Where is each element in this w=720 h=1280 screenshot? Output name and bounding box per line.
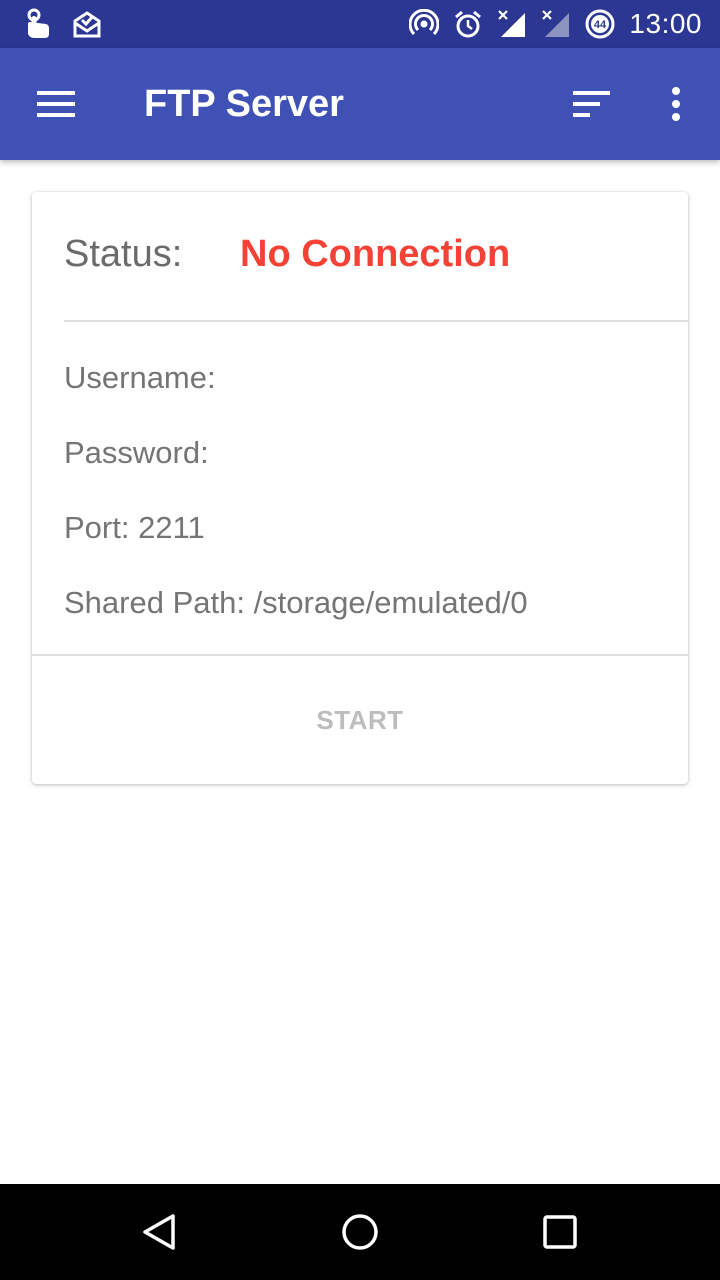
alarm-icon [453, 9, 483, 39]
start-button[interactable]: START [32, 656, 688, 784]
battery-level-text: 44 [594, 19, 607, 31]
menu-icon [37, 91, 75, 117]
status-bar-clock: 13:00 [629, 8, 702, 39]
home-button[interactable] [324, 1196, 396, 1268]
navigation-bar [0, 1184, 720, 1280]
battery-saver-icon: 44 [585, 9, 615, 39]
app-bar: FTP Server [0, 48, 720, 160]
more-options-button[interactable] [640, 68, 712, 140]
password-label: Password: [64, 435, 209, 470]
status-label: Status: [64, 232, 183, 275]
sort-button[interactable] [556, 68, 628, 140]
more-vert-icon [672, 87, 680, 121]
signal-no-data-icon [497, 9, 527, 39]
status-bar-notifications [22, 8, 102, 40]
recents-button[interactable] [524, 1196, 596, 1268]
recents-icon [543, 1215, 577, 1249]
server-card: Status: No Connection Username: Password… [32, 192, 688, 784]
touch-hand-icon [22, 8, 52, 40]
divider [64, 320, 688, 322]
status-row: Status: No Connection [64, 232, 510, 276]
back-icon [143, 1214, 175, 1250]
status-bar: 44 13:00 [0, 0, 720, 48]
navigation-menu-button[interactable] [20, 68, 92, 140]
status-bar-system: 44 13:00 [409, 6, 702, 42]
app-title: FTP Server [144, 83, 344, 125]
mail-check-icon [72, 9, 102, 39]
hotspot-icon [409, 9, 440, 39]
username-label: Username: [64, 360, 216, 395]
back-button[interactable] [124, 1196, 196, 1268]
sort-icon [573, 91, 610, 117]
signal-no-data-icon [541, 9, 571, 39]
home-icon [342, 1214, 378, 1250]
status-value: No Connection [240, 232, 511, 275]
port-label: Port: 2211 [64, 510, 205, 545]
shared-path-label: Shared Path: /storage/emulated/0 [64, 585, 528, 620]
